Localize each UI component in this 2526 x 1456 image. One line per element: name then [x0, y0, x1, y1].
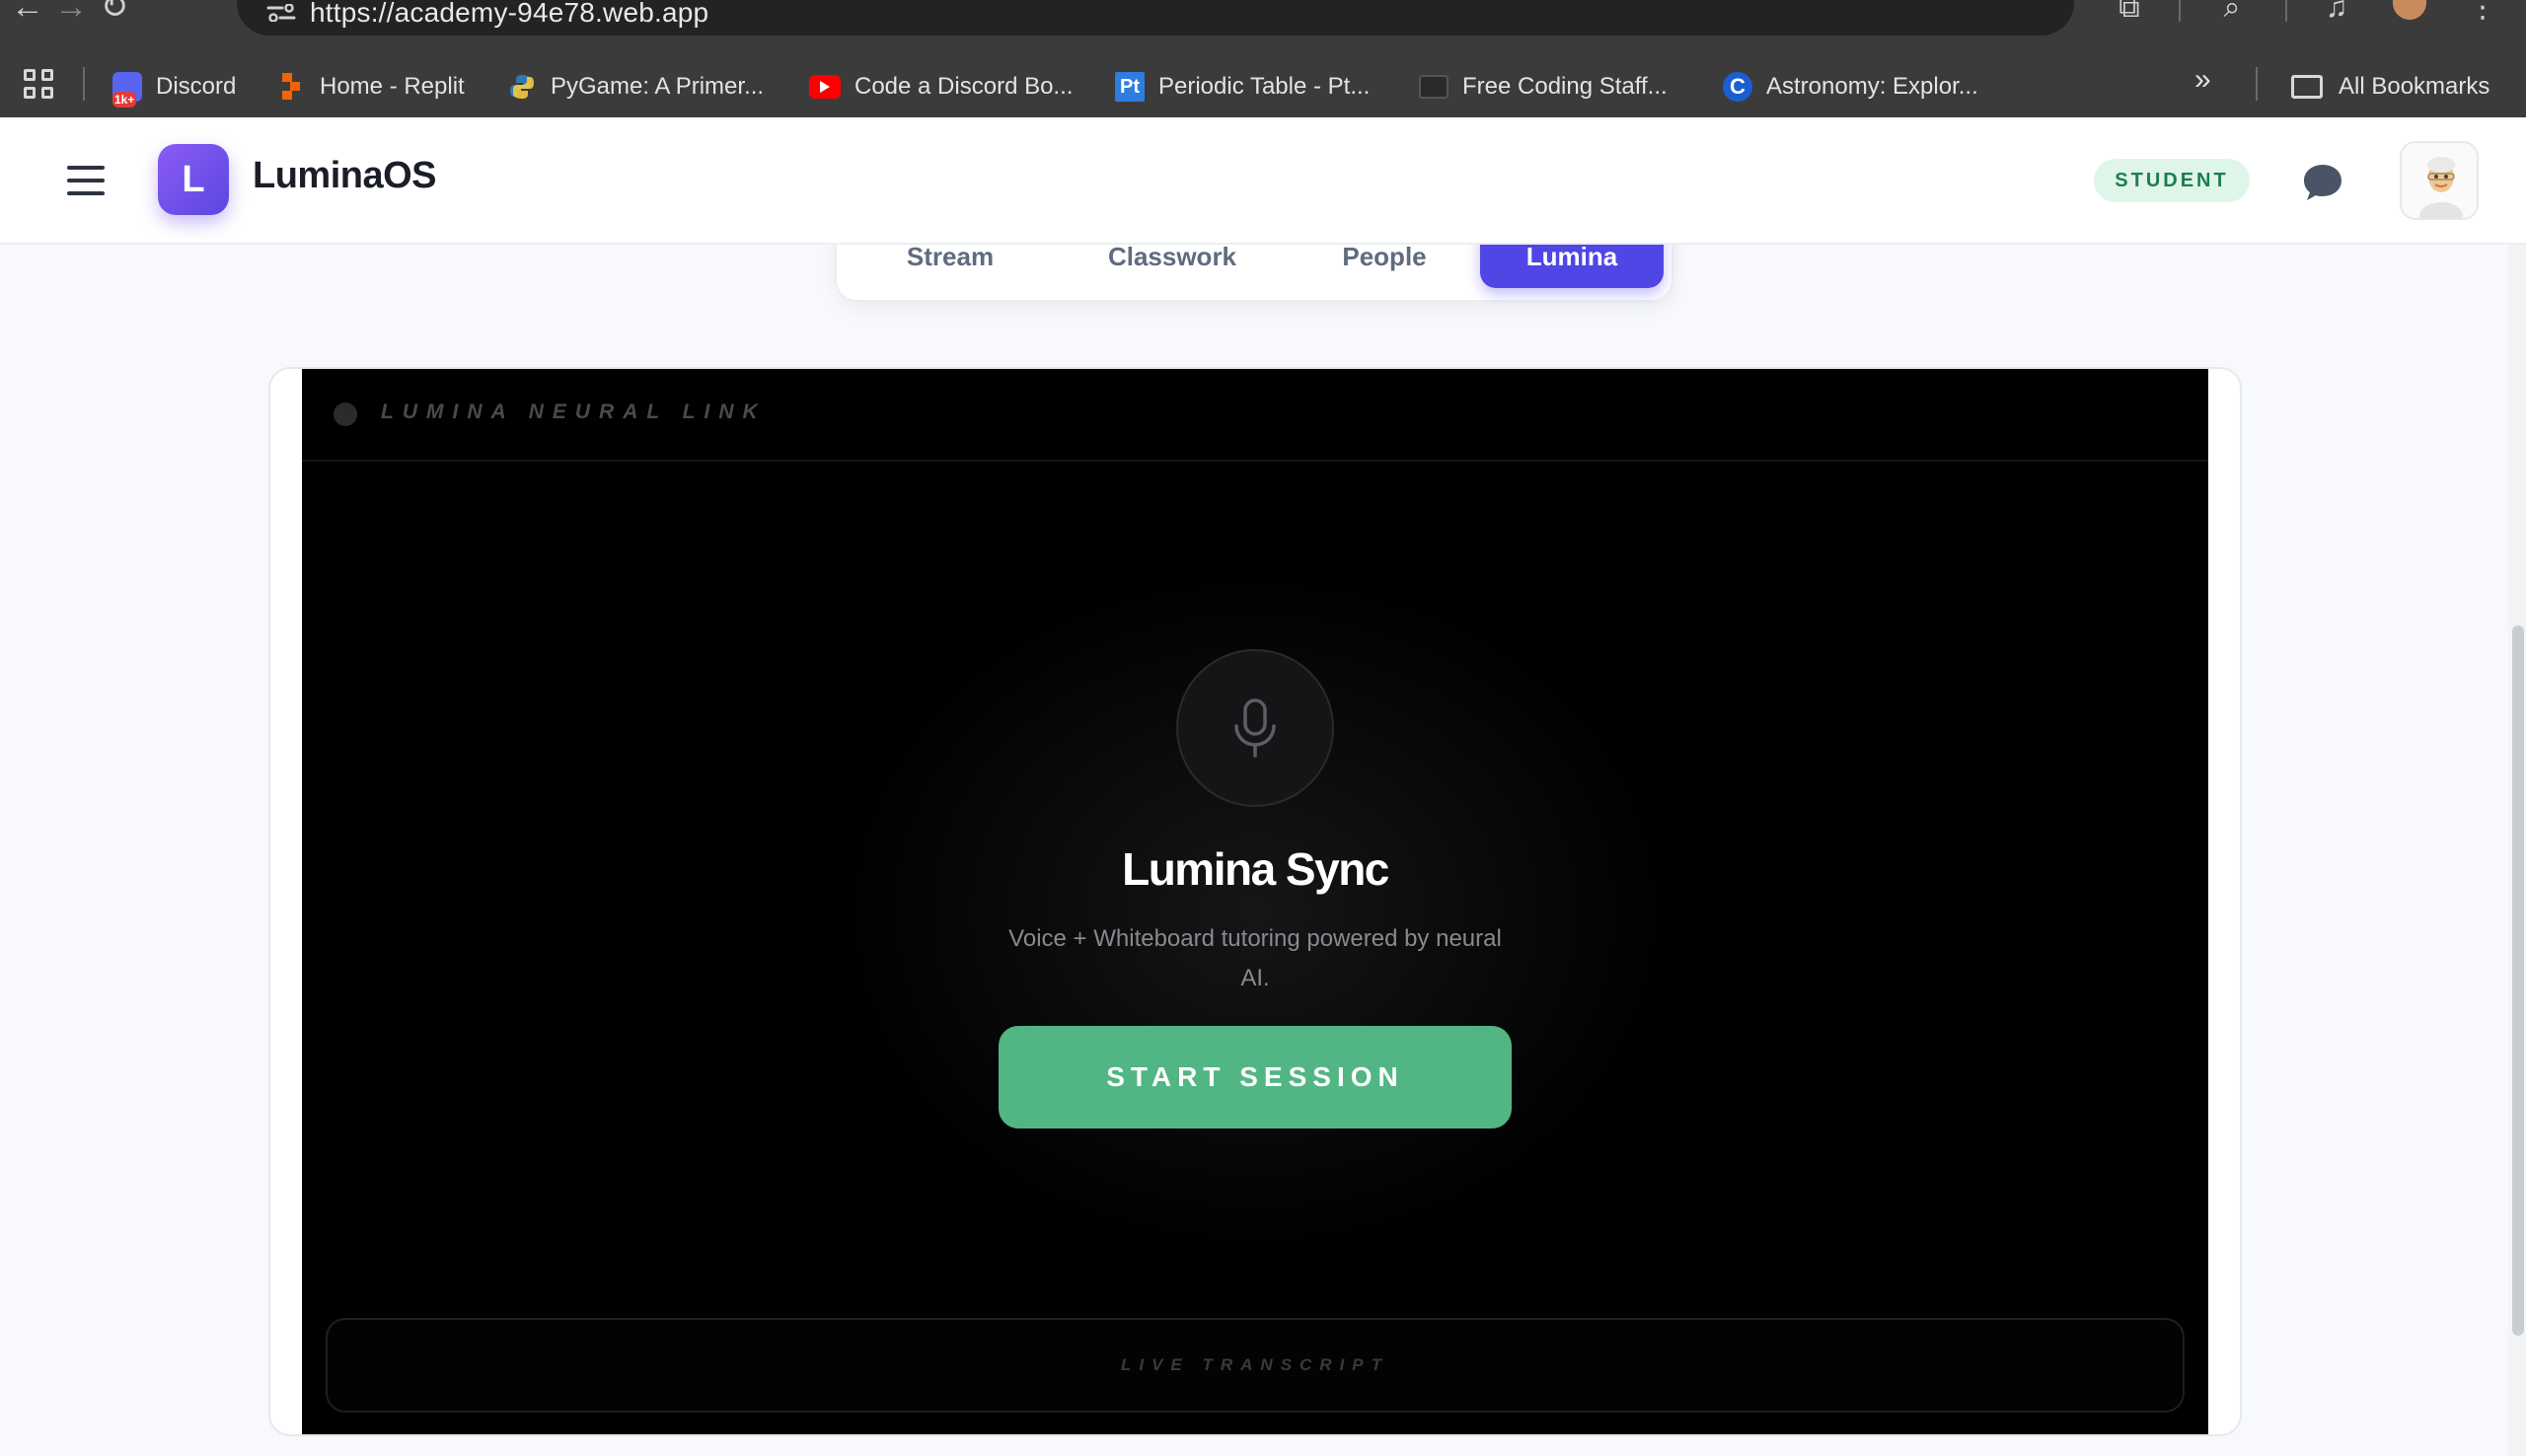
reload-icon[interactable]: ↻ — [91, 0, 138, 24]
session-title: Lumina Sync — [1122, 843, 1389, 895]
extensions-icon[interactable]: ⧉ — [2108, 0, 2151, 24]
monitor-icon — [1419, 75, 1449, 99]
youtube-icon — [809, 75, 841, 99]
user-avatar[interactable] — [2400, 141, 2479, 220]
start-session-button[interactable]: START SESSION — [999, 1026, 1512, 1128]
c-icon: C — [1723, 72, 1752, 102]
python-icon — [507, 72, 537, 102]
session-subtitle: Voice + Whiteboard tutoring powered by n… — [1008, 925, 1502, 991]
logo[interactable]: L — [158, 144, 229, 215]
lumina-panel: LUMINA NEURAL LINK Lumina Sync Voice + W… — [302, 369, 2208, 1434]
transcript-label: LIVE TRANSCRIPT — [1120, 1355, 1390, 1374]
bookmark-label: PyGame: A Primer... — [551, 73, 765, 100]
bookmark-pygame[interactable]: PyGame: A Primer... — [507, 65, 764, 109]
bookmark-label: Home - Replit — [320, 73, 465, 100]
lens-search-icon[interactable]: ⌕ — [2210, 0, 2254, 24]
role-badge: STUDENT — [2094, 159, 2250, 202]
bookmark-free-coding[interactable]: Free Coding Staff... — [1419, 65, 1668, 109]
bookmark-discord-bot-video[interactable]: Code a Discord Bo... — [809, 65, 1073, 109]
folder-icon — [2291, 75, 2323, 99]
bookmark-discord[interactable]: 1k+ Discord — [112, 65, 236, 109]
address-bar[interactable]: https://academy-94e78.web.app ⚿ ☆ — [237, 0, 2074, 36]
panel-header: LUMINA NEURAL LINK — [302, 369, 2208, 462]
bookmark-astronomy[interactable]: C Astronomy: Explor... — [1723, 65, 1978, 109]
more-menu-icon[interactable]: ⋮ — [2461, 0, 2504, 24]
scrollbar-thumb[interactable] — [2512, 625, 2524, 1336]
bookmark-label: Astronomy: Explor... — [1766, 73, 1978, 100]
site-info-icon[interactable] — [266, 4, 296, 22]
replit-icon — [276, 72, 306, 102]
bookmarks-bar: 1k+ Discord Home - Replit PyGame: A Prim… — [0, 59, 2526, 116]
live-transcript-box: LIVE TRANSCRIPT — [326, 1318, 2185, 1413]
microphone-icon — [1234, 698, 1276, 758]
panel-title: LUMINA NEURAL LINK — [381, 400, 767, 423]
app-header: L LuminaOS STUDENT — [0, 117, 2526, 245]
browser-chrome: ← → ↻ https://academy-94e78.web.app ⚿ ☆ … — [0, 0, 2526, 117]
bookmarks-separator — [2256, 67, 2258, 101]
bookmark-label: Code a Discord Bo... — [854, 73, 1074, 100]
back-icon[interactable]: ← — [4, 0, 51, 24]
pt-icon: Pt — [1115, 72, 1145, 102]
forward-icon[interactable]: → — [47, 0, 95, 24]
profile-icon[interactable] — [2388, 0, 2431, 24]
menu-icon[interactable] — [67, 166, 105, 195]
toolbar-separator — [2179, 0, 2181, 22]
bookmark-periodic-table[interactable]: Pt Periodic Table - Pt... — [1115, 65, 1370, 109]
chat-icon[interactable] — [2301, 161, 2344, 204]
brand-name: LuminaOS — [253, 155, 437, 196]
discord-badge: 1k+ — [112, 92, 137, 108]
media-control-icon[interactable]: ♫ — [2315, 0, 2358, 24]
connection-status-dot — [334, 402, 357, 426]
discord-icon: 1k+ — [112, 72, 142, 108]
bookmark-label: Free Coding Staff... — [1462, 73, 1668, 100]
bookmark-replit[interactable]: Home - Replit — [276, 65, 465, 109]
all-bookmarks-button[interactable]: All Bookmarks — [2291, 65, 2489, 109]
toolbar-separator — [2285, 0, 2287, 22]
more-bookmarks-icon[interactable]: » — [2194, 63, 2211, 97]
panel-glow — [762, 507, 1748, 1316]
bookmark-label: Periodic Table - Pt... — [1158, 73, 1371, 100]
microphone-button[interactable] — [1176, 649, 1334, 807]
url-text[interactable]: https://academy-94e78.web.app — [310, 0, 708, 29]
all-bookmarks-label: All Bookmarks — [2339, 73, 2490, 100]
bookmark-label: Discord — [156, 73, 237, 100]
page-scrollbar[interactable] — [2508, 245, 2526, 1456]
